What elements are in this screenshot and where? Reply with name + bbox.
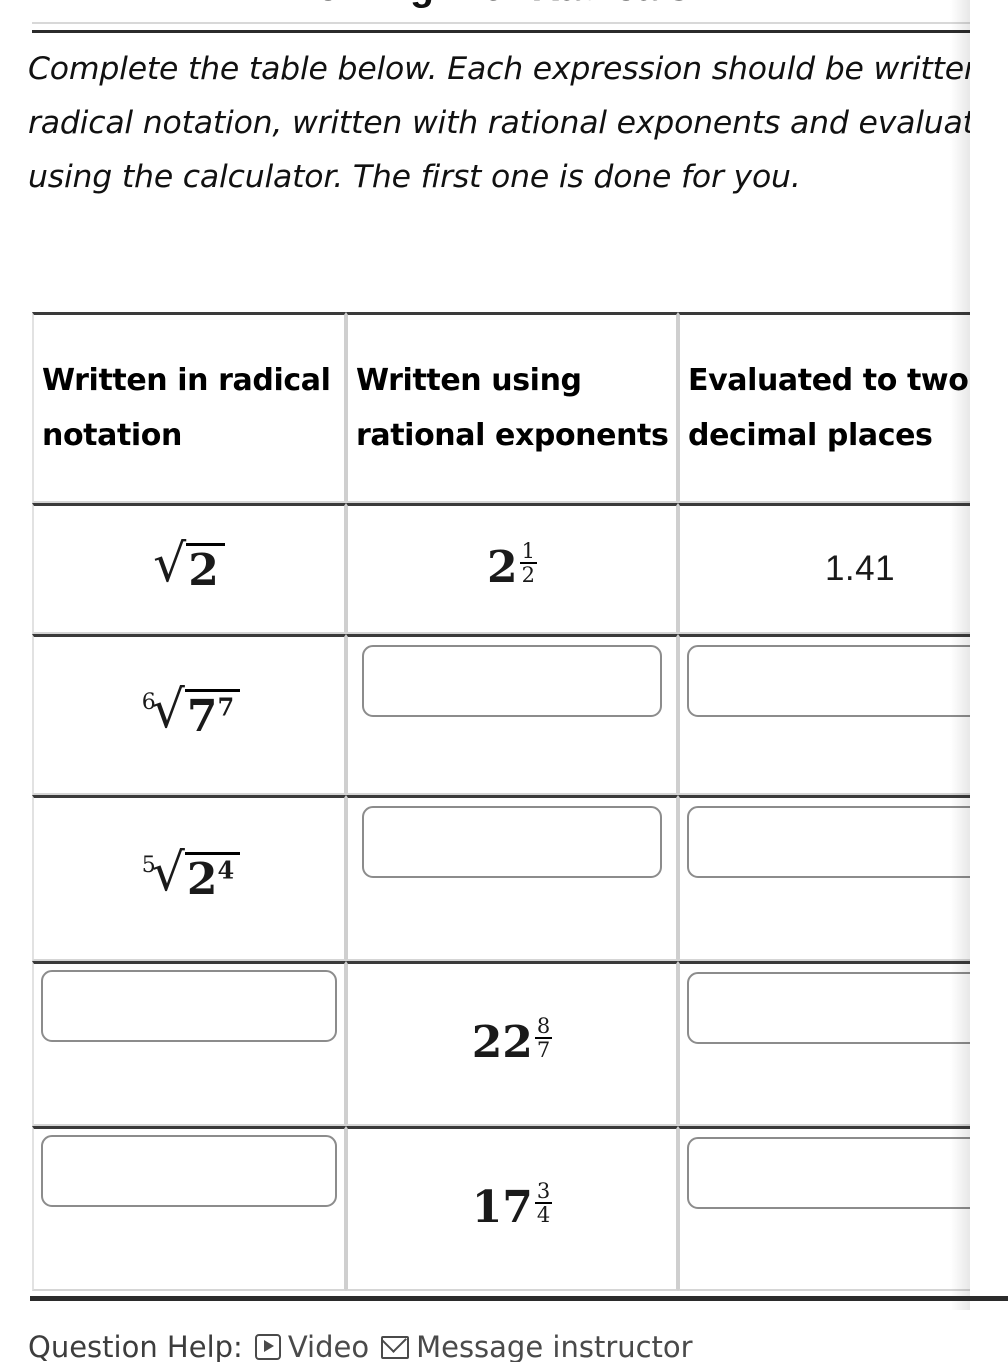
fraction-numerator-row5: 3 — [536, 1178, 551, 1203]
cell-radical-row4 — [32, 961, 346, 1126]
video-link-label: Video — [287, 1330, 370, 1362]
play-button-icon — [254, 1334, 281, 1360]
envelope-icon — [381, 1335, 410, 1359]
table-row: 5 √ 24 — [32, 795, 1008, 961]
page-edge-shadow — [950, 0, 972, 1310]
radical-sign-row3: √ — [151, 843, 185, 904]
cell-exponent-row3 — [346, 795, 678, 961]
power-expression-row1: 2 1 2 — [487, 540, 537, 593]
table-row: 17 3 4 — [32, 1126, 1008, 1291]
header-cell-radical-notation: Written in radical notation — [32, 312, 346, 503]
title-divider — [32, 22, 970, 33]
message-link-label: Message instructor — [416, 1330, 693, 1362]
header-label-radical-notation: Written in radical notation — [42, 363, 331, 453]
cell-radical-row3: 5 √ 24 — [32, 795, 346, 961]
radical-index-row2: 6 — [141, 689, 156, 715]
question-help-bar: Question Help: Video Message instructor — [28, 1330, 693, 1362]
radical-expression-row2: 6 √ 77 — [138, 679, 241, 741]
answer-input-radical-row5[interactable] — [41, 1135, 337, 1207]
radicand-power-row2: 7 — [217, 691, 235, 721]
message-instructor-link[interactable]: Message instructor — [381, 1330, 693, 1362]
radical-index-row3: 5 — [141, 853, 156, 879]
radicals-table: Written in radical notation Written usin… — [32, 312, 1008, 1291]
exponent-fraction-row4: 8 7 — [534, 1013, 553, 1062]
radicand-row1: 2 — [186, 542, 225, 594]
power-base-row4: 22 — [471, 1016, 533, 1068]
radicand-row3: 24 — [184, 852, 241, 903]
cell-radical-row2: 6 √ 77 — [32, 634, 346, 795]
cell-exponent-row5: 17 3 4 — [346, 1126, 678, 1291]
table-header-row: Written in radical notation Written usin… — [32, 312, 1008, 503]
fraction-denominator-row4: 7 — [534, 1037, 553, 1062]
worksheet-page: Working with Radicals Complete the table… — [0, 0, 1008, 1362]
exponent-fraction-row5: 3 4 — [534, 1178, 553, 1227]
header-cell-rational-exponents: Written using rational exponents — [346, 312, 678, 503]
cell-radical-row5 — [32, 1126, 346, 1291]
radicand-power-row3: 4 — [217, 855, 235, 885]
radical-expression-row1: √ 2 — [153, 533, 225, 595]
power-expression-row5: 17 3 4 — [471, 1180, 553, 1233]
table-row: 22 8 7 — [32, 961, 1008, 1126]
answer-input-exponent-row2[interactable] — [362, 645, 662, 717]
answer-input-exponent-row3[interactable] — [362, 806, 662, 878]
power-base-row1: 2 — [487, 541, 518, 593]
radicand-row2: 77 — [184, 688, 241, 740]
page-right-edge — [970, 0, 1008, 1310]
table-row: √ 2 2 1 2 1.41 — [32, 503, 1008, 634]
cell-exponent-row1: 2 1 2 — [346, 503, 678, 634]
power-base-row5: 17 — [471, 1181, 533, 1233]
radical-expression-row3: 5 √ 24 — [138, 843, 241, 904]
evaluated-value-row1: 1.41 — [824, 549, 896, 588]
header-label-rational-exponents: Written using rational exponents — [356, 363, 669, 453]
fraction-numerator-row4: 8 — [536, 1013, 551, 1038]
fraction-denominator-row5: 4 — [534, 1202, 553, 1227]
video-help-link[interactable]: Video — [254, 1330, 370, 1362]
page-title: Working with Radicals — [0, 0, 970, 10]
radical-sign-row2: √ — [151, 679, 185, 740]
exponent-fraction-row1: 1 2 — [519, 538, 537, 587]
table-row: 6 √ 77 — [32, 634, 1008, 795]
fraction-denominator-row1: 2 — [519, 562, 537, 587]
fraction-numerator-row1: 1 — [521, 538, 535, 563]
answer-input-radical-row4[interactable] — [41, 970, 337, 1042]
cell-radical-row1: √ 2 — [32, 503, 346, 634]
table-bottom-divider — [30, 1296, 1008, 1301]
instructions-text: Complete the table below. Each expressio… — [28, 51, 1008, 195]
power-expression-row4: 22 8 7 — [471, 1015, 553, 1068]
cell-exponent-row4: 22 8 7 — [346, 961, 678, 1126]
cell-exponent-row2 — [346, 634, 678, 795]
radical-sign-row1: √ — [153, 533, 187, 594]
question-help-label: Question Help: — [28, 1330, 243, 1362]
